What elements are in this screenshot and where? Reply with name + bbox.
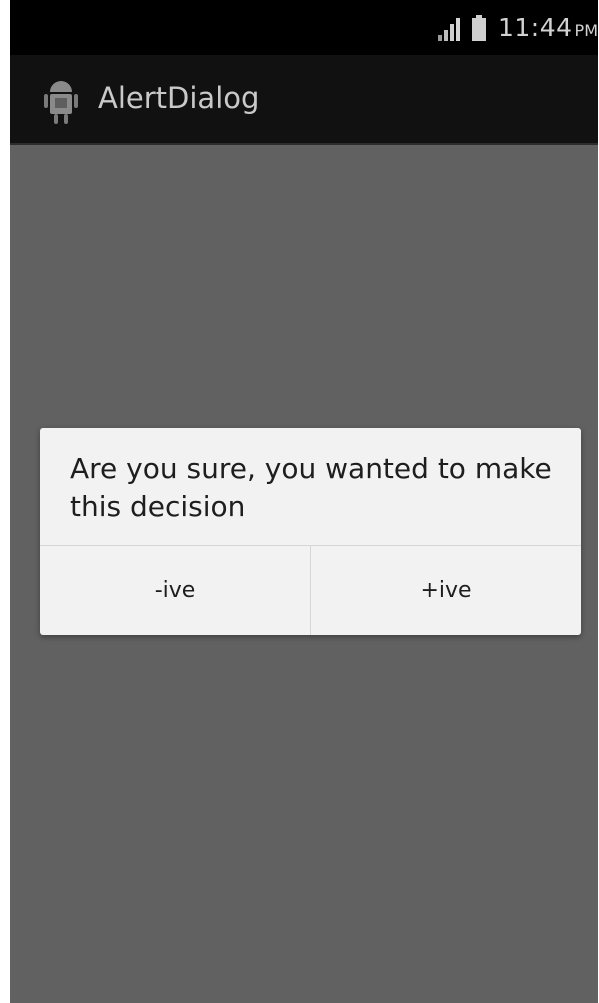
positive-button[interactable]: +ive <box>311 546 581 635</box>
phone-screen: 11:44 PM AlertDialog Are you sure, you w… <box>10 0 598 1003</box>
app-title: AlertDialog <box>98 81 260 115</box>
android-app-icon[interactable] <box>42 76 80 126</box>
action-bar: AlertDialog <box>10 55 598 145</box>
dialog-button-bar: -ive +ive <box>40 546 581 635</box>
negative-button[interactable]: -ive <box>40 546 310 635</box>
dialog-message: Are you sure, you wanted to make this de… <box>70 452 552 523</box>
status-indicators: 11:44 PM <box>436 0 598 55</box>
alert-dialog: Are you sure, you wanted to make this de… <box>40 428 581 635</box>
status-clock-ampm: PM <box>574 21 598 40</box>
status-bar: 11:44 PM <box>10 0 598 55</box>
status-clock: 11:44 <box>498 13 573 42</box>
battery-icon <box>472 14 486 41</box>
signal-icon <box>438 17 460 41</box>
